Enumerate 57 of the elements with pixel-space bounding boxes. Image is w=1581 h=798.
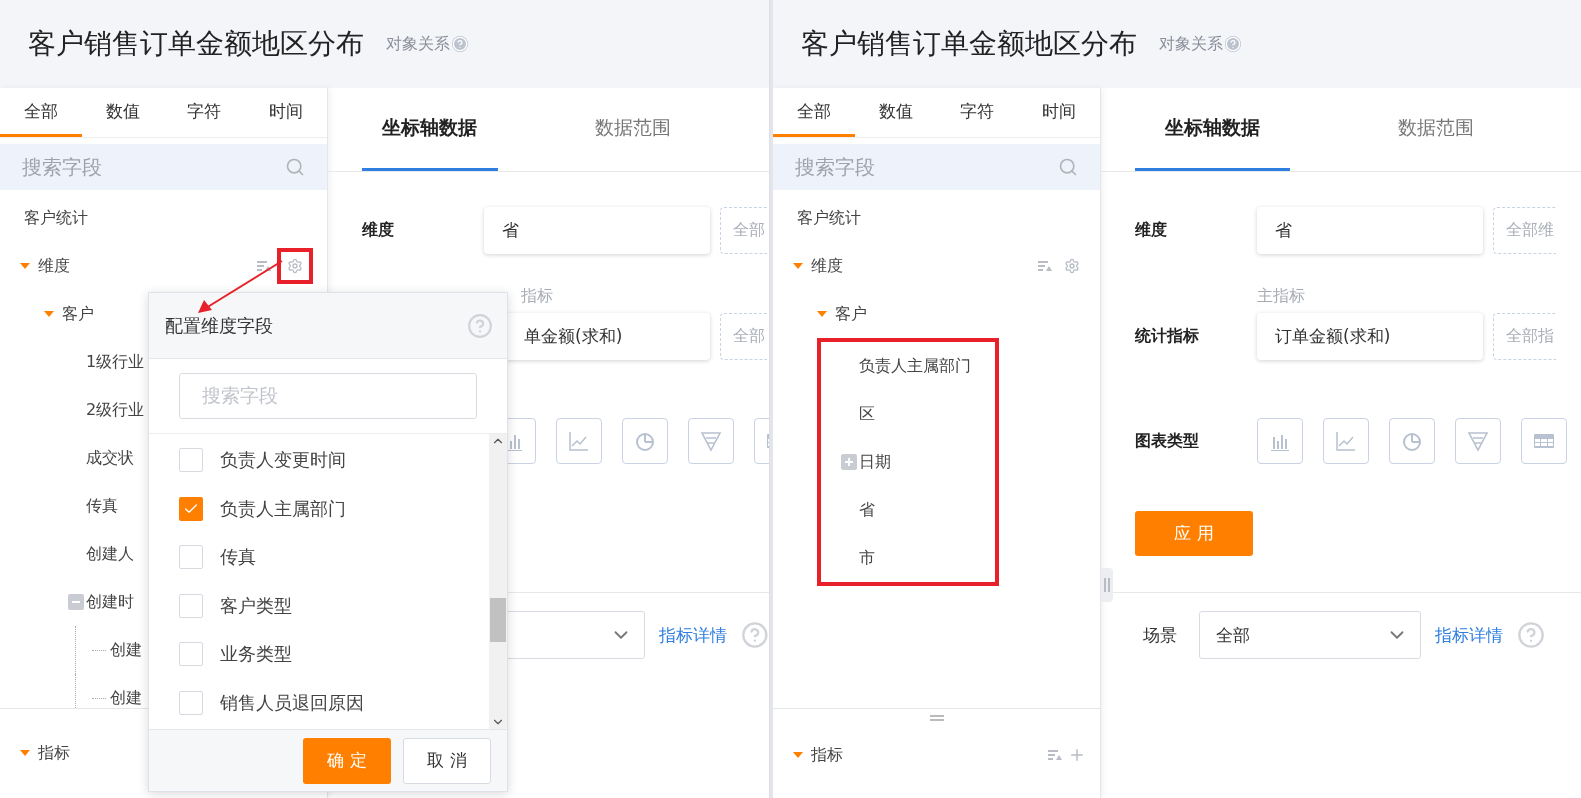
tree-item[interactable]: 创建时 xyxy=(86,591,134,613)
field-caption: 指标 xyxy=(521,286,554,307)
field-label: 图表类型 xyxy=(1135,431,1200,452)
field-label: 统计指标 xyxy=(1135,326,1200,347)
field-caption: 主指标 xyxy=(1257,286,1306,307)
tree-item[interactable]: 日期 xyxy=(859,451,891,473)
tree-item[interactable]: 1级行业 xyxy=(86,351,145,373)
tree-group: 指标 xyxy=(811,744,843,766)
tree-group: 维度 xyxy=(811,255,843,277)
scene-label: 场景 xyxy=(1143,623,1178,647)
option-label[interactable]: 传真 xyxy=(220,545,256,570)
field-tab[interactable]: 时间 xyxy=(1018,88,1100,137)
tree-item[interactable]: 创建 xyxy=(110,687,142,708)
tree-item[interactable]: 区 xyxy=(859,403,875,425)
scene-select[interactable]: 全部 xyxy=(1199,611,1421,659)
option-label[interactable]: 负责人主属部门 xyxy=(220,496,346,521)
tab[interactable]: 数据范围 xyxy=(1358,88,1513,171)
field-tab[interactable]: 数值 xyxy=(854,88,937,137)
tree-item[interactable]: 传真 xyxy=(86,495,118,517)
field-tab[interactable]: 数值 xyxy=(81,88,164,137)
field-tab[interactable]: 全部 xyxy=(0,88,82,137)
page-title: 客户销售订单金额地区分布 xyxy=(801,26,1137,62)
tree-item[interactable]: 市 xyxy=(859,547,875,569)
field-tab[interactable]: 时间 xyxy=(245,88,327,137)
metric-field[interactable]: 订单金额(求和) xyxy=(1257,313,1483,360)
option-label[interactable]: 业务类型 xyxy=(220,642,292,667)
page-title: 客户销售订单金额地区分布 xyxy=(28,26,364,62)
tree-item[interactable]: 省 xyxy=(859,499,875,521)
option-label[interactable]: 客户类型 xyxy=(220,593,292,618)
option-label[interactable]: 负责人变更时间 xyxy=(220,448,346,473)
tree-item[interactable]: 客户 xyxy=(62,303,94,325)
dialog-title: 配置维度字段 xyxy=(165,313,273,338)
tab[interactable]: 数据范围 xyxy=(565,88,701,171)
option-label[interactable]: 销售人员退回原因 xyxy=(220,690,364,715)
field-label: 维度 xyxy=(1135,220,1168,241)
dimension-field[interactable]: 省 xyxy=(484,207,710,254)
field-tab[interactable]: 字符 xyxy=(936,88,1019,137)
tree-item[interactable]: 创建 xyxy=(110,639,142,661)
tree-item[interactable]: 成交状 xyxy=(86,447,134,469)
metric-detail-link[interactable]: 指标详情 xyxy=(659,623,728,647)
field-label: 维度 xyxy=(362,220,395,241)
field-tab[interactable]: 全部 xyxy=(773,88,855,137)
tree-root: 客户统计 xyxy=(797,207,861,229)
tree-group: 维度 xyxy=(38,255,70,277)
tree-item[interactable]: 2级行业 xyxy=(86,399,145,421)
tree-item[interactable]: 负责人主属部门 xyxy=(859,355,971,377)
field-tab[interactable]: 字符 xyxy=(163,88,246,137)
metric-field[interactable]: 单金额(求和) xyxy=(484,313,710,360)
cancel-button[interactable]: 取 消 xyxy=(403,737,491,784)
metric-detail-link[interactable]: 指标详情 xyxy=(1435,623,1503,647)
tab[interactable]: 坐标轴数据 xyxy=(362,88,498,171)
tree-item[interactable]: 客户 xyxy=(835,303,867,325)
tab[interactable]: 坐标轴数据 xyxy=(1135,88,1290,171)
tree-root: 客户统计 xyxy=(24,207,88,229)
tree-group: 指标 xyxy=(38,742,70,764)
dimension-field[interactable]: 省 xyxy=(1257,207,1483,254)
tree-item[interactable]: 创建人 xyxy=(86,543,134,565)
